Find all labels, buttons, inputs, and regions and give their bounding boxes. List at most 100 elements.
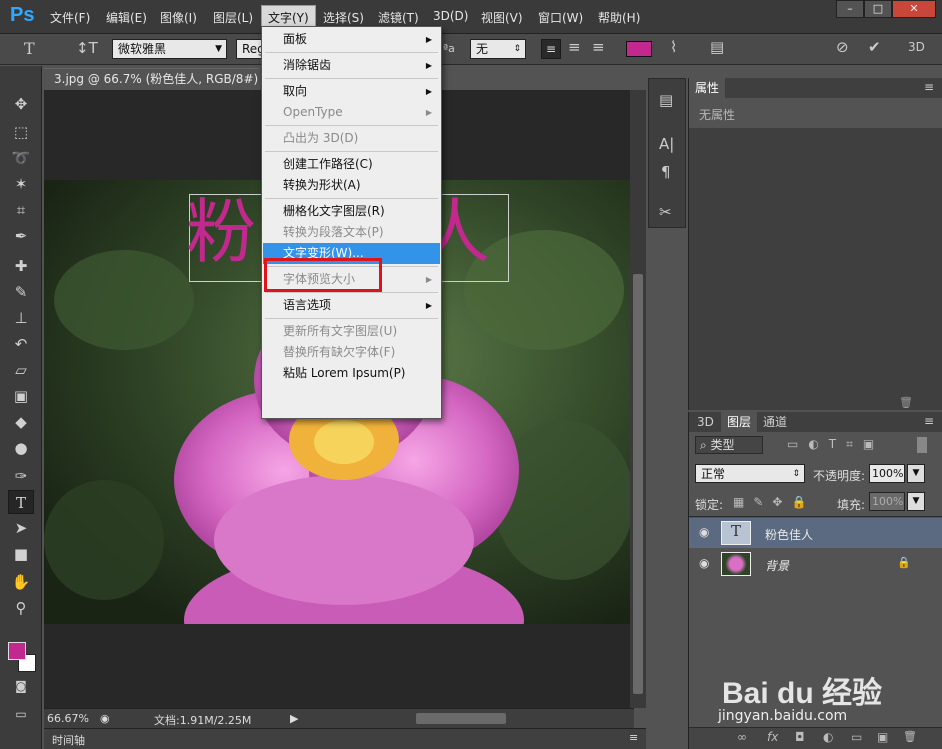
type-menu-item[interactable]: 面板 ▶ <box>263 29 440 50</box>
3d-mode-icon[interactable]: 3D <box>908 40 925 54</box>
blend-mode-select[interactable]: 正常 ⇕ <box>695 464 805 483</box>
fill-input[interactable]: 100% <box>869 492 905 511</box>
pen-tool-icon[interactable]: ✑ <box>8 464 34 488</box>
lock-icons[interactable]: ▦✎✥🔒 <box>733 495 815 509</box>
brush-tool-icon[interactable]: ✎ <box>8 280 34 304</box>
healing-brush-icon[interactable]: ✚ <box>8 254 34 278</box>
trash-icon[interactable]: 🗑 <box>899 396 913 409</box>
gradient-tool-icon[interactable]: ▣ <box>8 384 34 408</box>
opacity-dropdown[interactable]: ▼ <box>907 464 925 483</box>
screen-mode-icon[interactable]: ▭ <box>8 702 34 726</box>
tab-properties[interactable]: 属性 <box>689 78 726 98</box>
layer-name[interactable]: 粉色佳人 <box>765 526 813 543</box>
type-menu-item[interactable]: 创建工作路径(C) <box>263 154 440 175</box>
new-layer-icon[interactable]: ▣ <box>877 730 888 744</box>
type-tool-icon[interactable]: T <box>8 490 34 514</box>
type-menu-item[interactable]: 语言选项 ▶ <box>263 295 440 316</box>
group-icon[interactable]: ▭ <box>851 730 862 744</box>
anti-alias-select[interactable]: 无 ⇕ <box>470 39 526 59</box>
menu-image[interactable]: 图像(I) <box>160 9 197 26</box>
scroll-thumb[interactable] <box>633 274 643 694</box>
menu-filter[interactable]: 滤镜(T) <box>378 9 419 26</box>
path-selection-icon[interactable]: ➤ <box>8 516 34 540</box>
tab-channels[interactable]: 通道 <box>757 412 793 432</box>
status-menu-icon[interactable]: ◉ <box>100 712 110 725</box>
delete-layer-icon[interactable]: 🗑 <box>903 730 917 743</box>
commit-check-icon[interactable]: ✔ <box>868 38 881 56</box>
layer-filter-select[interactable]: ⌕ 类型 <box>695 436 763 454</box>
horizontal-scroll-thumb[interactable] <box>416 713 506 724</box>
layer-row-text[interactable]: ◉ T 粉色佳人 <box>689 518 942 548</box>
opacity-input[interactable]: 100% <box>869 464 905 483</box>
align-left-button[interactable]: ≡ <box>541 39 561 59</box>
text-color-swatch[interactable] <box>626 41 652 57</box>
rectangle-tool-icon[interactable]: ■ <box>8 542 34 566</box>
maximize-button[interactable]: □ <box>864 0 892 18</box>
menu-edit[interactable]: 编辑(E) <box>106 9 147 26</box>
fx-icon[interactable]: fx <box>767 730 778 744</box>
paragraph-icon[interactable]: ¶ <box>661 163 671 181</box>
menu-help[interactable]: 帮助(H) <box>598 9 640 26</box>
add-mask-icon[interactable]: ◘ <box>795 730 805 744</box>
character-icon[interactable]: A| <box>659 135 674 153</box>
move-tool-icon[interactable]: ✥ <box>8 92 34 116</box>
link-layers-icon[interactable]: ∞ <box>737 730 747 744</box>
dodge-tool-icon[interactable]: ● <box>8 436 34 460</box>
panel-menu-icon[interactable]: ≡ <box>924 414 934 428</box>
character-panel-icon[interactable]: ▤ <box>710 38 724 56</box>
tab-3d[interactable]: 3D <box>691 412 720 432</box>
layer-name[interactable]: 背景 <box>765 557 789 574</box>
clone-stamp-icon[interactable]: ⊥ <box>8 306 34 330</box>
history-brush-icon[interactable]: ↶ <box>8 332 34 356</box>
hand-tool-icon[interactable]: ✋ <box>8 570 34 594</box>
tab-layers[interactable]: 图层 <box>721 412 758 432</box>
type-menu-item[interactable]: 消除锯齿 ▶ <box>263 55 440 76</box>
lasso-tool-icon[interactable]: ➰ <box>8 146 34 170</box>
eyedropper-icon[interactable]: ✒ <box>8 224 34 248</box>
cancel-icon[interactable]: ⊘ <box>836 38 849 56</box>
panel-menu-icon[interactable]: ≡ <box>924 80 934 94</box>
adjustment-layer-icon[interactable]: ◐ <box>823 730 833 744</box>
marquee-tool-icon[interactable]: ⬚ <box>8 120 34 144</box>
zoom-tool-icon[interactable]: ⚲ <box>8 596 34 620</box>
type-menu-item[interactable]: 转换为形状(A) <box>263 175 440 196</box>
document-tab[interactable]: 3.jpg @ 66.7% (粉色佳人, RGB/8#) * <box>44 68 259 106</box>
blur-tool-icon[interactable]: ◆ <box>8 410 34 434</box>
menu-window[interactable]: 窗口(W) <box>538 9 583 26</box>
layer-row-background[interactable]: ◉ 背景 🔒 <box>689 549 942 579</box>
crop-tool-icon[interactable]: ⌗ <box>8 198 34 222</box>
type-menu-item[interactable]: 粘贴 Lorem Ipsum(P) <box>263 363 440 384</box>
menu-select[interactable]: 选择(S) <box>323 9 364 26</box>
visibility-eye-icon[interactable]: ◉ <box>699 556 709 570</box>
quick-mask-icon[interactable]: ◙ <box>8 674 34 698</box>
menu-layer[interactable]: 图层(L) <box>213 9 253 26</box>
visibility-eye-icon[interactable]: ◉ <box>699 525 709 539</box>
foreground-color-swatch[interactable] <box>8 642 26 660</box>
timeline-panel[interactable]: 时间轴 ≡ <box>44 728 646 749</box>
font-family-select[interactable]: 微软雅黑 ▼ <box>112 39 227 59</box>
panel-menu-icon[interactable]: ≡ <box>629 731 638 744</box>
align-right-button[interactable]: ≡ <box>592 38 605 56</box>
type-menu-item[interactable]: 栅格化文字图层(R) <box>263 201 440 222</box>
fill-dropdown[interactable]: ▼ <box>907 492 925 511</box>
warp-text-icon[interactable]: ⌇ <box>670 38 677 56</box>
magic-wand-icon[interactable]: ✶ <box>8 172 34 196</box>
type-menu-item[interactable]: 取向 ▶ <box>263 81 440 102</box>
menu-3d[interactable]: 3D(D) <box>433 9 468 23</box>
font-style-select[interactable]: Regular <box>236 39 262 59</box>
eraser-tool-icon[interactable]: ▱ <box>8 358 34 382</box>
close-button[interactable]: ✕ <box>892 0 936 18</box>
filter-icons[interactable]: ▭◐T⌗▣ <box>787 437 884 452</box>
vertical-scrollbar[interactable] <box>630 90 646 708</box>
text-orientation-icon[interactable]: ↕T <box>76 39 98 57</box>
menu-file[interactable]: 文件(F) <box>50 9 90 26</box>
align-center-button[interactable]: ≡ <box>568 38 581 56</box>
menu-view[interactable]: 视图(V) <box>481 9 523 26</box>
minimize-button[interactable]: – <box>836 0 864 18</box>
history-panel-icon[interactable]: ▤ <box>659 91 673 109</box>
type-tool-preset-icon[interactable]: T <box>24 39 35 58</box>
tools-preset-icon[interactable]: ✂ <box>659 203 672 221</box>
zoom-level[interactable]: 66.67% <box>47 712 89 725</box>
filter-toggle[interactable] <box>917 437 927 453</box>
play-arrow-icon[interactable]: ▶ <box>290 712 298 725</box>
